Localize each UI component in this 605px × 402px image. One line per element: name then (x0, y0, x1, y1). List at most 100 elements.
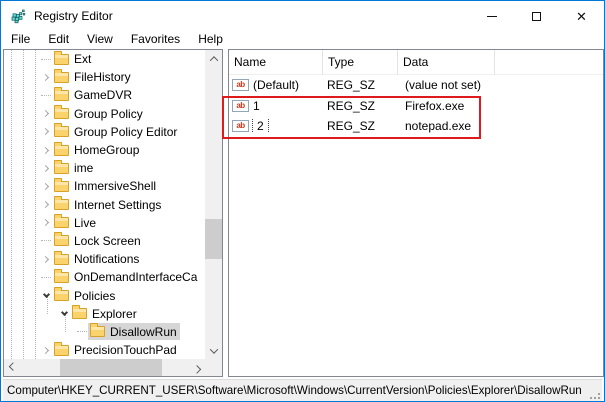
tree-item-ext[interactable]: Ext (4, 50, 205, 68)
tree-item-filehistory[interactable]: FileHistory (4, 68, 205, 86)
registry-tree: Ext FileHistory GameDVR Group Policy Gro… (4, 50, 205, 359)
maximize-button[interactable] (514, 1, 559, 31)
string-value-icon: ab (232, 79, 249, 91)
folder-icon (54, 199, 69, 210)
value-name: 1 (253, 99, 260, 113)
expander-slot (40, 235, 52, 247)
chevron-right-icon[interactable] (40, 180, 52, 192)
tree-item-label: Live (74, 216, 96, 230)
tree-item-ondemandinterface[interactable]: OnDemandInterfaceCa (4, 268, 205, 286)
value-data: (value not set) (398, 78, 495, 92)
horizontal-scrollbar-thumb[interactable] (60, 359, 162, 376)
vertical-scrollbar-thumb[interactable] (205, 219, 222, 259)
close-button[interactable]: ✕ (559, 1, 604, 31)
tree-item-homegroup[interactable]: HomeGroup (4, 141, 205, 159)
folder-icon (54, 181, 69, 192)
menu-edit[interactable]: Edit (39, 31, 78, 49)
string-value-icon: ab (232, 120, 249, 132)
chevron-right-icon[interactable] (40, 217, 52, 229)
chevron-right-icon[interactable] (40, 126, 52, 138)
value-name: 2 (253, 119, 268, 133)
folder-icon (54, 272, 69, 283)
menu-file[interactable]: File (2, 31, 39, 49)
chevron-right-icon[interactable] (40, 71, 52, 83)
title-bar[interactable]: Registry Editor ✕ (1, 1, 604, 31)
minimize-button[interactable] (469, 1, 514, 31)
column-header-data[interactable]: Data (398, 50, 495, 75)
column-header-filler (495, 50, 603, 75)
registry-path: Computer\HKEY_CURRENT_USER\Software\Micr… (3, 384, 582, 397)
resize-grip-icon[interactable] (591, 390, 600, 399)
folder-icon (54, 145, 69, 156)
tree-item-group-policy[interactable]: Group Policy (4, 105, 205, 123)
status-bar: Computer\HKEY_CURRENT_USER\Software\Micr… (3, 379, 602, 401)
value-data: notepad.exe (398, 119, 495, 133)
chevron-down-icon[interactable] (40, 290, 52, 302)
registry-tree-pane: Ext FileHistory GameDVR Group Policy Gro… (3, 49, 223, 377)
menu-help[interactable]: Help (189, 31, 232, 49)
tree-horizontal-scrollbar[interactable] (4, 359, 205, 376)
folder-icon (54, 54, 69, 65)
scroll-right-icon[interactable] (188, 359, 205, 376)
tree-item-ime[interactable]: ime (4, 159, 205, 177)
chevron-right-icon[interactable] (40, 199, 52, 211)
chevron-right-icon[interactable] (40, 108, 52, 120)
expander-slot (40, 53, 52, 65)
tree-item-live[interactable]: Live (4, 214, 205, 232)
tree-item-immersiveshell[interactable]: ImmersiveShell (4, 177, 205, 195)
scroll-down-icon[interactable] (205, 342, 222, 359)
value-row-2[interactable]: ab 2 REG_SZ notepad.exe (229, 116, 603, 137)
tree-item-precisiontouchpad[interactable]: PrecisionTouchPad (4, 341, 205, 359)
menu-view[interactable]: View (78, 31, 122, 49)
close-icon: ✕ (576, 10, 587, 23)
scroll-left-icon[interactable] (4, 359, 21, 376)
tree-vertical-scrollbar[interactable] (205, 50, 222, 359)
string-value-icon: ab (232, 100, 249, 112)
tree-item-label: FileHistory (74, 70, 131, 84)
tree-item-group-policy-editor[interactable]: Group Policy Editor (4, 123, 205, 141)
tree-item-label: Ext (74, 52, 91, 66)
value-row-1[interactable]: ab 1 REG_SZ Firefox.exe (229, 96, 603, 117)
value-data: Firefox.exe (398, 99, 495, 113)
value-row-default[interactable]: ab (Default) REG_SZ (value not set) (229, 75, 603, 96)
tree-item-label: Policies (74, 289, 115, 303)
folder-icon (54, 345, 69, 356)
tree-item-label: Group Policy Editor (74, 125, 177, 139)
tree-item-explorer[interactable]: Explorer (4, 305, 205, 323)
tree-item-lock-screen[interactable]: Lock Screen (4, 232, 205, 250)
tree-item-policies[interactable]: Policies (4, 286, 205, 304)
chevron-right-icon[interactable] (40, 253, 52, 265)
chevron-down-icon[interactable] (58, 308, 70, 320)
folder-icon (54, 235, 69, 246)
tree-item-internet-settings[interactable]: Internet Settings (4, 196, 205, 214)
chevron-right-icon[interactable] (40, 344, 52, 356)
tree-item-notifications[interactable]: Notifications (4, 250, 205, 268)
tree-item-disallowrun[interactable]: DisallowRun (4, 323, 205, 341)
value-name: (Default) (253, 78, 299, 92)
tree-item-gamedvr[interactable]: GameDVR (4, 86, 205, 104)
tree-item-label: HomeGroup (74, 143, 139, 157)
tree-item-label: Group Policy (74, 107, 143, 121)
folder-icon (54, 90, 69, 101)
scrollbar-corner (205, 359, 222, 376)
tree-item-label: Explorer (92, 307, 137, 321)
maximize-icon (532, 12, 541, 21)
tree-item-label: Internet Settings (74, 198, 161, 212)
chevron-right-icon[interactable] (40, 144, 52, 156)
chevron-right-icon[interactable] (40, 162, 52, 174)
column-header-type[interactable]: Type (323, 50, 398, 75)
expander-slot (40, 89, 52, 101)
column-header-name[interactable]: Name (229, 50, 323, 75)
value-type: REG_SZ (323, 119, 398, 133)
expander-slot (76, 326, 88, 338)
window-title: Registry Editor (34, 9, 113, 23)
menu-bar: File Edit View Favorites Help (2, 31, 603, 49)
window-controls: ✕ (469, 1, 604, 31)
value-type: REG_SZ (323, 99, 398, 113)
list-header: Name Type Data (229, 50, 603, 75)
scroll-up-icon[interactable] (205, 50, 222, 67)
tree-item-label: PrecisionTouchPad (74, 343, 177, 357)
value-type: REG_SZ (323, 78, 398, 92)
folder-icon (54, 126, 69, 137)
menu-favorites[interactable]: Favorites (122, 31, 189, 49)
